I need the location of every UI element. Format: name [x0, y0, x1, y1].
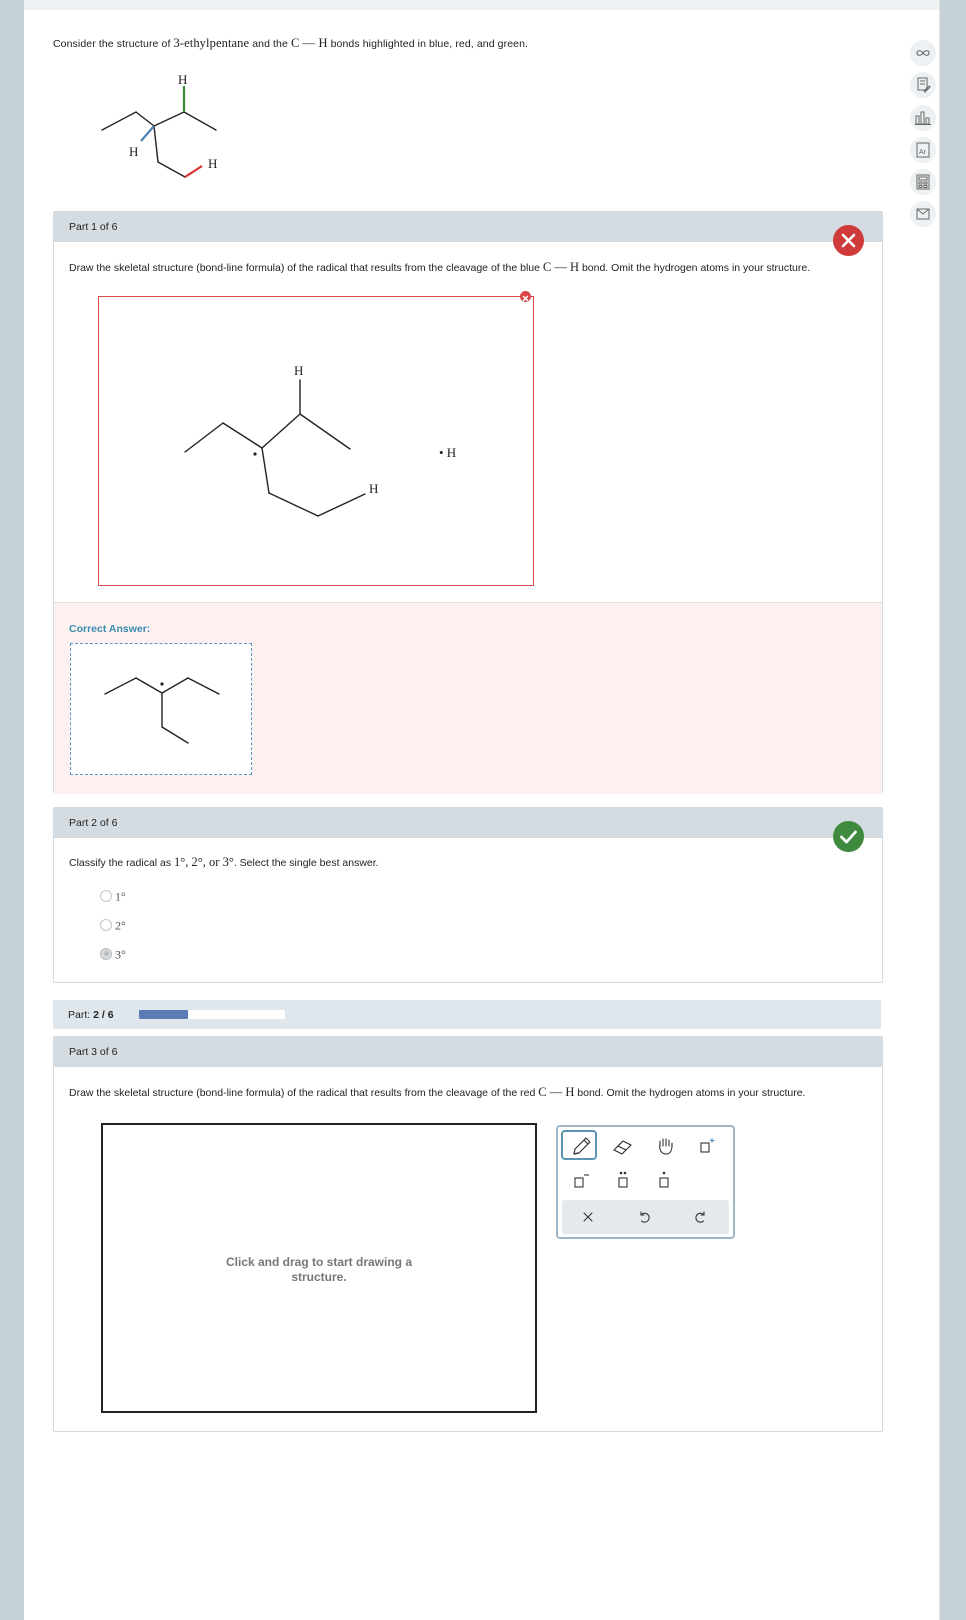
- option-1-degree[interactable]: 1°: [100, 889, 126, 904]
- incorrect-status-icon: [833, 225, 864, 256]
- part1-answer-canvas[interactable]: H H • H: [98, 296, 534, 586]
- pencil-icon[interactable]: [561, 1130, 597, 1160]
- correct-answer-structure: [70, 643, 252, 775]
- remove-answer-icon[interactable]: [520, 291, 531, 302]
- infinity-icon[interactable]: [910, 40, 936, 66]
- part2-question: Classify the radical as 1°, 2°, or 3°. S…: [69, 855, 379, 869]
- mail-icon[interactable]: [910, 201, 936, 227]
- top-band: [24, 0, 940, 10]
- radio-3-selected[interactable]: [100, 947, 112, 960]
- left-margin: [0, 0, 24, 1620]
- eraser-icon[interactable]: [605, 1132, 641, 1162]
- progress-track: [139, 1010, 285, 1019]
- h-label-blue: H: [129, 144, 138, 159]
- part3-question: Draw the skeletal structure (bond-line f…: [69, 1085, 806, 1099]
- h-label-green: H: [178, 72, 187, 87]
- option-3-degree[interactable]: 3°: [100, 947, 126, 962]
- notepad-icon[interactable]: [910, 72, 936, 98]
- calculator-icon[interactable]: [910, 169, 936, 195]
- part1-student-structure: H H • H: [184, 363, 456, 517]
- part1-panel: Part 1 of 6 Draw the skeletal structure …: [53, 211, 883, 794]
- part-progress: Part: 2 / 6: [53, 1000, 881, 1029]
- answer-h-radical: • H: [439, 445, 456, 460]
- part3-drawing-canvas[interactable]: Click and drag to start drawing a struct…: [101, 1123, 537, 1413]
- blue-bond: [140, 125, 155, 142]
- svg-text:Ar: Ar: [919, 149, 927, 156]
- part1-question: Draw the skeletal structure (bond-line f…: [69, 260, 811, 274]
- progress-fill: [139, 1010, 188, 1019]
- radio-1[interactable]: [100, 889, 112, 902]
- h-label-red: H: [208, 156, 217, 171]
- ethylpentane-structure: H H H: [101, 72, 217, 178]
- part3-panel: Part 3 of 6 Draw the skeletal structure …: [53, 1036, 883, 1432]
- compound-name: 3-ethylpentane: [173, 36, 250, 50]
- correct-answer-label: Correct Answer:: [69, 623, 151, 635]
- answer-h-lower: H: [369, 481, 378, 496]
- intro-text: Consider the structure of 3-ethylpentane…: [53, 36, 529, 50]
- add-charge-icon[interactable]: [690, 1132, 726, 1162]
- progress-label: Part: 2 / 6: [68, 1009, 114, 1021]
- dictionary-icon[interactable]: Ar: [910, 137, 936, 163]
- bond-label: C — H: [290, 36, 328, 50]
- correct-status-icon: [833, 821, 864, 852]
- lone-pair-icon[interactable]: [605, 1167, 641, 1197]
- chart-icon[interactable]: [910, 105, 936, 131]
- part2-panel: Part 2 of 6 Classify the radical as 1°, …: [53, 807, 883, 983]
- right-margin: [940, 0, 966, 1620]
- negative-charge-icon[interactable]: [564, 1167, 600, 1197]
- correct-answer-section: Correct Answer:: [54, 602, 882, 794]
- clear-icon[interactable]: [580, 1209, 596, 1225]
- radio-2[interactable]: [100, 918, 112, 931]
- part2-header: Part 2 of 6: [54, 808, 882, 838]
- radical-icon[interactable]: [646, 1167, 682, 1197]
- option-2-degree[interactable]: 2°: [100, 918, 126, 933]
- answer-h-top: H: [294, 363, 303, 378]
- toolbar-actions: [562, 1200, 729, 1234]
- part1-header: Part 1 of 6: [54, 212, 882, 242]
- canvas-placeholder: Click and drag to start drawing a struct…: [225, 1255, 413, 1284]
- hand-icon[interactable]: [648, 1132, 684, 1162]
- redo-icon[interactable]: [693, 1209, 709, 1225]
- red-bond: [184, 165, 203, 178]
- drawing-toolbar: [556, 1125, 735, 1239]
- undo-icon[interactable]: [636, 1209, 652, 1225]
- part3-header: Part 3 of 6: [54, 1037, 882, 1067]
